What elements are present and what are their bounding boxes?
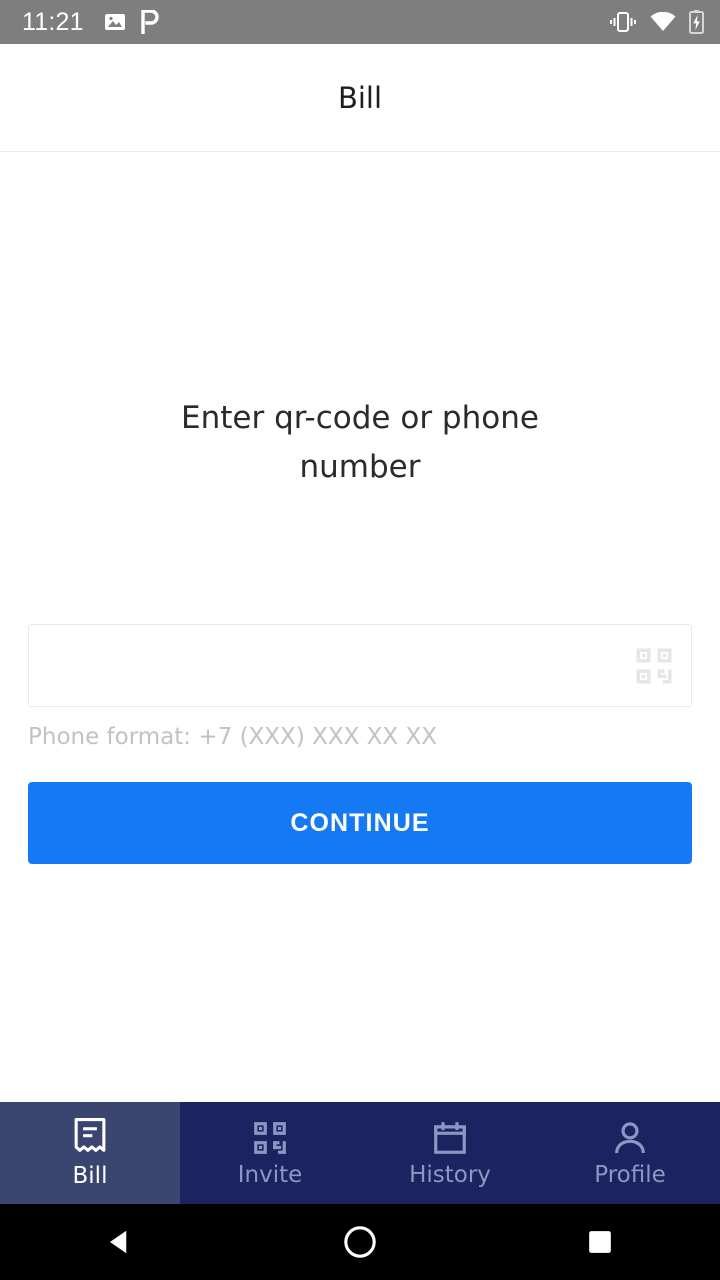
phone-format-hint: Phone format: +7 (XXX) XXX XX XX [28,724,438,750]
tab-label-profile: Profile [594,1162,666,1188]
search-input[interactable] [29,625,691,706]
home-circle-icon [344,1226,376,1258]
tab-label-invite: Invite [237,1162,303,1188]
android-home-button[interactable] [300,1225,420,1259]
wifi-icon [650,12,676,31]
status-bar: 11:21 [0,0,720,44]
input-block: Phone format: +7 (XXX) XXX XX XX CONTINU… [28,624,692,864]
phone-screen: 11:21 Bill Enter qr-code or phone number… [0,0,720,1280]
vibrate-icon [610,12,636,32]
android-navigation-bar [0,1204,720,1280]
page-title: Bill [337,80,383,115]
calendar-icon [434,1122,466,1154]
person-icon [615,1122,645,1154]
prompt-text: Enter qr-code or phone number [181,400,539,485]
code-input-field[interactable] [28,624,692,707]
main-content: Enter qr-code or phone number Phone form… [0,152,720,1102]
tab-invite[interactable]: Invite [180,1102,360,1204]
android-back-button[interactable] [60,1227,180,1257]
photo-icon [104,14,125,30]
continue-button[interactable]: CONTINUE [28,782,692,864]
tab-label-history: History [409,1162,491,1188]
status-bar-notification-icons [104,10,160,34]
tab-label-bill: Bill [72,1163,108,1189]
recents-square-icon [589,1231,611,1253]
bottom-tab-bar: Bill Invite History Profile [0,1102,720,1204]
tab-profile[interactable]: Profile [540,1102,720,1204]
back-triangle-icon [110,1230,127,1254]
app-header: Bill [0,44,720,152]
qr-code-scan-icon[interactable] [633,645,675,687]
tab-history[interactable]: History [360,1102,540,1204]
battery-charging-icon [689,10,704,34]
android-recents-button[interactable] [540,1229,660,1255]
tab-bill[interactable]: Bill [0,1102,180,1204]
status-bar-system-icons [609,10,704,34]
pocket-casts-icon [141,10,159,34]
qr-code-icon [254,1122,286,1154]
receipt-icon [74,1118,106,1152]
status-bar-clock: 11:21 [22,7,84,36]
